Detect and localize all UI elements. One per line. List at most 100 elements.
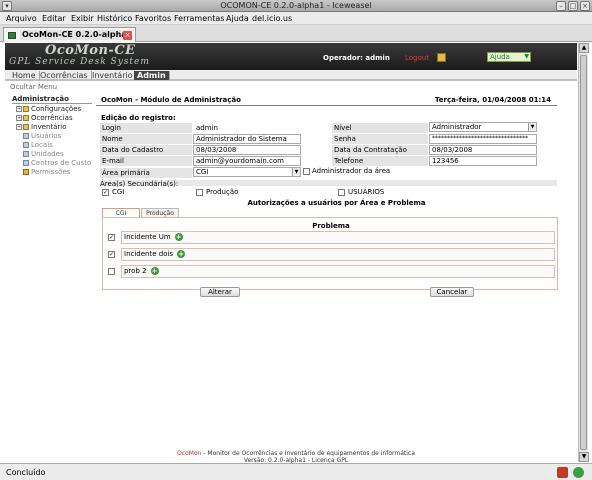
submit-button[interactable]: Alterar — [200, 287, 240, 297]
email-field[interactable]: admin@yourdomain.com — [193, 156, 301, 166]
senha-field[interactable]: ******************************** — [429, 134, 537, 144]
menu-editar[interactable]: Editar — [42, 14, 66, 23]
browser-status-bar: Concluído — [0, 463, 592, 480]
minimize-icon[interactable]: – — [556, 1, 566, 11]
status-ok-icon[interactable] — [573, 467, 584, 478]
login-value: admin — [196, 124, 218, 132]
secondary-area-usuarios-checkbox[interactable] — [338, 189, 345, 196]
problem-row: ✓ Incidente dois + — [108, 248, 555, 261]
contratacao-label: Data da Contratação — [332, 145, 428, 155]
lock-icon — [23, 169, 29, 175]
sidebar-item-centros-de-custo[interactable]: Centros de Custo — [23, 159, 91, 168]
close-icon[interactable]: × — [580, 1, 590, 11]
problem-checkbox[interactable]: ✓ — [108, 251, 115, 258]
sidebar-item-unidades[interactable]: Unidades — [23, 150, 64, 159]
sidebar-item-usuarios[interactable]: Usuários — [23, 132, 61, 141]
menu-exibir[interactable]: Exibir — [71, 14, 94, 23]
cadastro-field[interactable]: 08/03/2008 — [193, 145, 301, 155]
menu-arquivo[interactable]: Arquivo — [6, 14, 37, 23]
folder-icon — [23, 106, 29, 112]
expand-icon[interactable]: + — [16, 115, 22, 121]
problem-checkbox[interactable]: ✓ — [108, 234, 115, 241]
problem-checkbox[interactable] — [108, 268, 115, 275]
browser-tab-bar: OcoMon-CE 0.2.0-alpha1 × — [0, 25, 592, 42]
window-menu-icon[interactable]: ▾ — [2, 1, 12, 11]
logout-icon[interactable] — [437, 53, 446, 62]
sidebar-item-label: Configurações — [31, 105, 82, 113]
problem-row: prob 2 + — [108, 265, 555, 278]
main-content: OcoMon - Módulo de Administração Terça-f… — [96, 95, 577, 395]
problem-label: Incidente dois — [124, 250, 174, 258]
menu-historico[interactable]: Histórico — [97, 14, 132, 23]
problem-label: prob 2 — [124, 267, 147, 275]
sidebar-item-permissoes[interactable]: Permissões — [23, 168, 70, 177]
tab-admin[interactable]: Admin — [134, 71, 170, 80]
nivel-label: Nível — [332, 123, 428, 133]
sidebar-item-locais[interactable]: Locais — [23, 141, 53, 150]
nome-field[interactable]: Administrador do Sistema — [193, 134, 301, 144]
page-icon — [23, 142, 29, 148]
sidebar-item-label: Usuários — [31, 132, 62, 140]
cancel-button[interactable]: Cancelar — [430, 287, 474, 297]
sidebar-title: Administração — [12, 95, 92, 104]
chevron-down-icon: ▼ — [528, 123, 536, 131]
chevron-down-icon: ▼ — [524, 53, 529, 60]
sidebar-item-label: Centros de Custo — [31, 159, 92, 167]
area-select[interactable]: CGI ▼ — [193, 167, 301, 177]
noscript-icon[interactable] — [557, 467, 568, 478]
hide-menu-link[interactable]: Ocultar Menu — [10, 83, 57, 91]
nivel-select[interactable]: Administrador ▼ — [429, 122, 537, 132]
sidebar-item-label: Locais — [31, 141, 53, 149]
nivel-select-value: Administrador — [432, 123, 482, 131]
add-icon[interactable]: + — [177, 250, 186, 258]
app-logo: OcoMon-CE — [45, 43, 136, 58]
menu-favoritos[interactable]: Favoritos — [135, 14, 171, 23]
menu-ferramentas[interactable]: Ferramentas — [174, 14, 224, 23]
section-title: Edição do registro: — [101, 114, 176, 122]
menu-delicious[interactable]: del.icio.us — [252, 14, 292, 23]
folder-icon — [23, 115, 29, 121]
browser-tab[interactable]: OcoMon-CE 0.2.0-alpha1 × — [3, 27, 136, 42]
expand-icon[interactable]: + — [16, 124, 22, 130]
secondary-area-cgi-checkbox[interactable]: ✓ — [102, 189, 109, 196]
scroll-up-icon[interactable]: ▲ — [579, 43, 589, 53]
add-icon[interactable]: + — [150, 267, 159, 275]
app-header: OcoMon-CE GPL Service Desk System Operad… — [5, 43, 577, 70]
tab-ocorrencias[interactable]: Ocorrências — [37, 71, 92, 80]
tab-inventario[interactable]: Inventário — [89, 71, 137, 80]
sidebar-item-configuracoes[interactable]: + Configurações — [16, 105, 81, 114]
page-icon — [23, 151, 29, 157]
tab-close-icon[interactable]: × — [123, 31, 132, 40]
footer-description: - Monitor de Ocorrências e Inventário de… — [201, 450, 415, 457]
admin-area-checkbox[interactable] — [303, 168, 310, 175]
expand-icon[interactable]: + — [16, 106, 22, 112]
page-footer: OcoMon - Monitor de Ocorrências e Invent… — [0, 450, 592, 464]
help-select-value: Ajuda — [490, 53, 510, 61]
window-title-bar: OCOMON-CE 0.2.0-alpha1 - Iceweasel ▾ – □… — [0, 0, 592, 12]
module-title: OcoMon - Módulo de Administração — [101, 96, 241, 104]
sidebar-item-label: Inventário — [31, 123, 67, 131]
sidebar-item-ocorrencias[interactable]: + Ocorrências — [16, 114, 73, 123]
tab-home[interactable]: Home — [9, 71, 40, 80]
status-text: Concluído — [6, 468, 46, 477]
contratacao-field[interactable]: 08/03/2008 — [429, 145, 537, 155]
maximize-icon[interactable]: □ — [568, 1, 578, 11]
footer-line-1: OcoMon - Monitor de Ocorrências e Invent… — [0, 450, 592, 457]
sidebar-item-inventario[interactable]: + Inventário — [16, 123, 67, 132]
authorization-title: Autorizações a usuários por Área e Probl… — [247, 199, 426, 207]
page-scrollbar[interactable]: ▲ ▼ — [578, 43, 589, 462]
help-select[interactable]: Ajuda ▼ — [487, 52, 531, 62]
add-icon[interactable]: + — [174, 233, 183, 241]
operator-label: Operador: admin — [323, 54, 390, 62]
secondary-area-producao-checkbox[interactable] — [196, 189, 203, 196]
menu-ajuda[interactable]: Ajuda — [226, 14, 249, 23]
logout-link[interactable]: Logout — [405, 54, 429, 62]
window-title: OCOMON-CE 0.2.0-alpha1 - Iceweasel — [220, 1, 372, 10]
page-icon — [23, 160, 29, 166]
scroll-thumb[interactable] — [580, 55, 587, 450]
problem-row: ✓ Incidente Um + — [108, 231, 555, 244]
favicon-icon — [8, 32, 16, 39]
app-nav-tabs: Home Ocorrências Inventário Admin — [5, 70, 577, 81]
telefone-field[interactable]: 123456 — [429, 156, 537, 166]
sidebar: Administração + Configurações + Ocorrência… — [12, 95, 96, 395]
